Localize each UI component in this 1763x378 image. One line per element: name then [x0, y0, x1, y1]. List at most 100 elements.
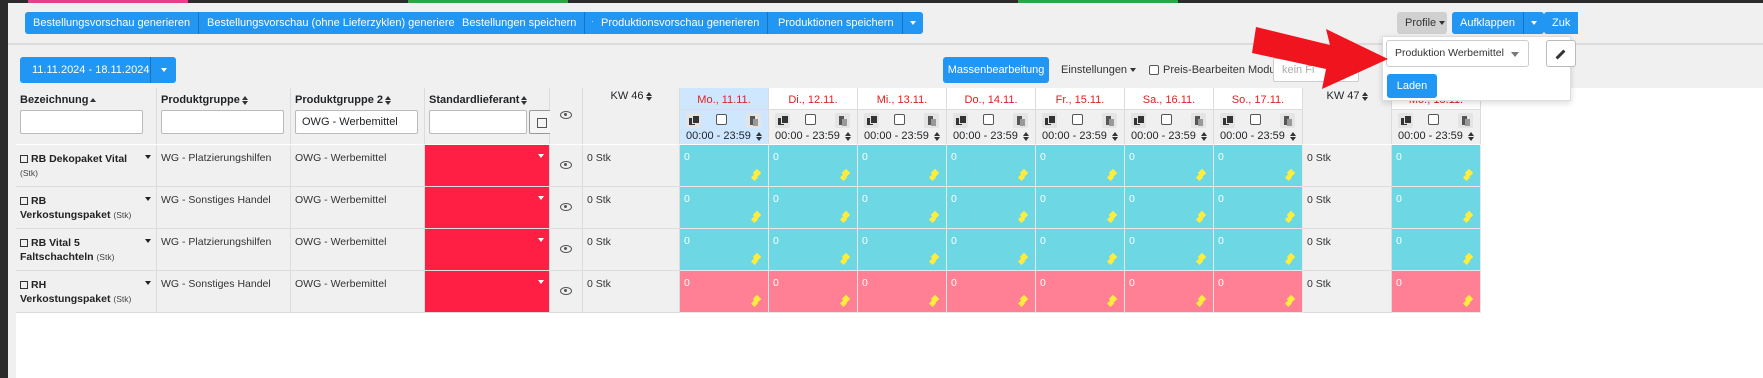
sort-produktgruppe2[interactable]: Produktgruppe 2: [295, 94, 392, 106]
day-cell[interactable]: 0: [1036, 229, 1125, 271]
order-preview-button[interactable]: Bestellungsvorschau generieren: [25, 12, 199, 34]
mass-edit-button[interactable]: Massenbearbeitung: [943, 57, 1049, 83]
day-checkbox[interactable]: [805, 114, 816, 125]
expand-button[interactable]: Aufklappen: [1452, 12, 1524, 34]
copy-icon[interactable]: [953, 113, 968, 128]
copy-icon[interactable]: [1042, 113, 1057, 128]
copy-icon[interactable]: [775, 113, 790, 128]
date-range-button[interactable]: 11.11.2024 - 18.11.2024: [20, 57, 150, 100]
day-cell[interactable]: 0: [769, 271, 858, 313]
day-checkbox[interactable]: [716, 114, 727, 125]
profile-select[interactable]: Produktion Werbemittel: [1386, 40, 1529, 67]
day-checkbox[interactable]: [1161, 114, 1172, 125]
day-checkbox[interactable]: [983, 114, 994, 125]
row-menu-caret-icon[interactable]: [145, 197, 151, 201]
profile-button[interactable]: Profile: [1397, 12, 1447, 34]
supplier-dropdown-icon[interactable]: [538, 280, 544, 284]
cell-standardlieferant[interactable]: [425, 271, 550, 313]
cell-standardlieferant[interactable]: [425, 229, 550, 271]
sort-standardlieferant[interactable]: Standardlieferant: [429, 94, 528, 106]
day-cell[interactable]: 0: [1125, 187, 1214, 229]
day-label[interactable]: Sa., 16.11.: [1125, 94, 1213, 106]
bezeichnung-filter-input[interactable]: [20, 110, 143, 134]
save-productions-button[interactable]: Produktionen speichern: [770, 12, 902, 34]
cell-standardlieferant[interactable]: [425, 145, 550, 187]
paste-icon[interactable]: [1013, 113, 1028, 128]
day-cell[interactable]: 0: [858, 271, 947, 313]
toggle-visibility-icon[interactable]: [560, 111, 572, 119]
day-cell[interactable]: 0: [1125, 145, 1214, 187]
row-menu-caret-icon[interactable]: [145, 281, 151, 285]
copy-icon[interactable]: [864, 113, 879, 128]
column-header-kw46[interactable]: KW 46: [583, 88, 680, 144]
day-label[interactable]: Do., 14.11.: [947, 94, 1035, 106]
row-menu-caret-icon[interactable]: [145, 239, 151, 243]
product-link[interactable]: RB Dekopaket Vital (Stk): [20, 152, 138, 180]
supplier-dropdown-icon[interactable]: [538, 154, 544, 158]
date-range-dropdown[interactable]: [150, 57, 176, 83]
collapse-button[interactable]: Zuk: [1544, 12, 1579, 34]
produktgruppe2-filter-input[interactable]: OWG - Werbemittel: [295, 110, 418, 134]
day-cell[interactable]: 0: [1392, 145, 1481, 187]
copy-icon[interactable]: [686, 113, 701, 128]
supplier-dropdown-icon[interactable]: [538, 196, 544, 200]
day-cell[interactable]: 0: [680, 187, 769, 229]
day-cell[interactable]: 0: [858, 187, 947, 229]
day-checkbox[interactable]: [894, 114, 905, 125]
copy-icon[interactable]: [1131, 113, 1146, 128]
production-preview-button[interactable]: Produktionsvorschau generieren: [593, 12, 768, 34]
day-label[interactable]: Di., 12.11.: [769, 94, 857, 106]
save-orders-button[interactable]: Bestellungen speichern: [454, 12, 585, 34]
day-cell[interactable]: 0: [1036, 187, 1125, 229]
day-cell[interactable]: 0: [1214, 271, 1303, 313]
paste-icon[interactable]: [835, 113, 850, 128]
sort-bezeichnung[interactable]: Bezeichnung: [20, 94, 97, 106]
day-cell[interactable]: 0: [1036, 271, 1125, 313]
paste-icon[interactable]: [746, 113, 761, 128]
paste-icon[interactable]: [1280, 113, 1295, 128]
day-cell[interactable]: 0: [1392, 187, 1481, 229]
sort-produktgruppe[interactable]: Produktgruppe: [161, 94, 248, 106]
toggle-visibility-icon[interactable]: [560, 161, 572, 169]
day-cell[interactable]: 0: [947, 271, 1036, 313]
day-cell[interactable]: 0: [1392, 271, 1481, 313]
day-cell[interactable]: 0: [1214, 145, 1303, 187]
settings-dropdown[interactable]: Einstellungen: [1061, 57, 1137, 83]
day-cell[interactable]: 0: [947, 229, 1036, 271]
day-cell[interactable]: 0: [769, 229, 858, 271]
day-cell[interactable]: 0: [1392, 229, 1481, 271]
price-edit-mode-checkbox[interactable]: [1149, 65, 1159, 75]
day-cell[interactable]: 0: [680, 229, 769, 271]
day-checkbox[interactable]: [1428, 114, 1439, 125]
product-link[interactable]: RH Verkostungspaket (Stk): [20, 278, 138, 306]
day-cell[interactable]: 0: [769, 145, 858, 187]
toggle-visibility-icon[interactable]: [560, 245, 572, 253]
copy-icon[interactable]: [1398, 113, 1413, 128]
day-label[interactable]: Mo., 11.11.: [680, 94, 768, 106]
day-cell[interactable]: 0: [858, 229, 947, 271]
toggle-visibility-icon[interactable]: [560, 287, 572, 295]
supplier-dropdown-icon[interactable]: [538, 238, 544, 242]
standardlieferant-filter-input[interactable]: [429, 110, 527, 134]
day-cell[interactable]: 0: [1036, 145, 1125, 187]
day-cell[interactable]: 0: [947, 145, 1036, 187]
save-productions-dropdown[interactable]: [901, 12, 923, 34]
product-link[interactable]: RB Vital 5 Faltschachteln (Stk): [20, 236, 138, 264]
copy-icon[interactable]: [1220, 113, 1235, 128]
day-checkbox[interactable]: [1250, 114, 1261, 125]
day-cell[interactable]: 0: [680, 271, 769, 313]
expand-dropdown[interactable]: [1523, 12, 1545, 34]
day-cell[interactable]: 0: [1214, 229, 1303, 271]
paste-icon[interactable]: [1191, 113, 1206, 128]
paste-icon[interactable]: [924, 113, 939, 128]
edit-profile-button[interactable]: [1546, 40, 1576, 67]
produktgruppe-filter-input[interactable]: [161, 110, 284, 134]
product-link[interactable]: RB Verkostungspaket (Stk): [20, 194, 138, 222]
day-cell[interactable]: 0: [680, 145, 769, 187]
day-cell[interactable]: 0: [858, 145, 947, 187]
paste-icon[interactable]: [1102, 113, 1117, 128]
day-label[interactable]: Mi., 13.11.: [858, 94, 946, 106]
order-preview-nocycle-button[interactable]: Bestellungsvorschau (ohne Lieferzyklen) …: [199, 12, 469, 34]
row-menu-caret-icon[interactable]: [145, 155, 151, 159]
toggle-visibility-icon[interactable]: [560, 203, 572, 211]
